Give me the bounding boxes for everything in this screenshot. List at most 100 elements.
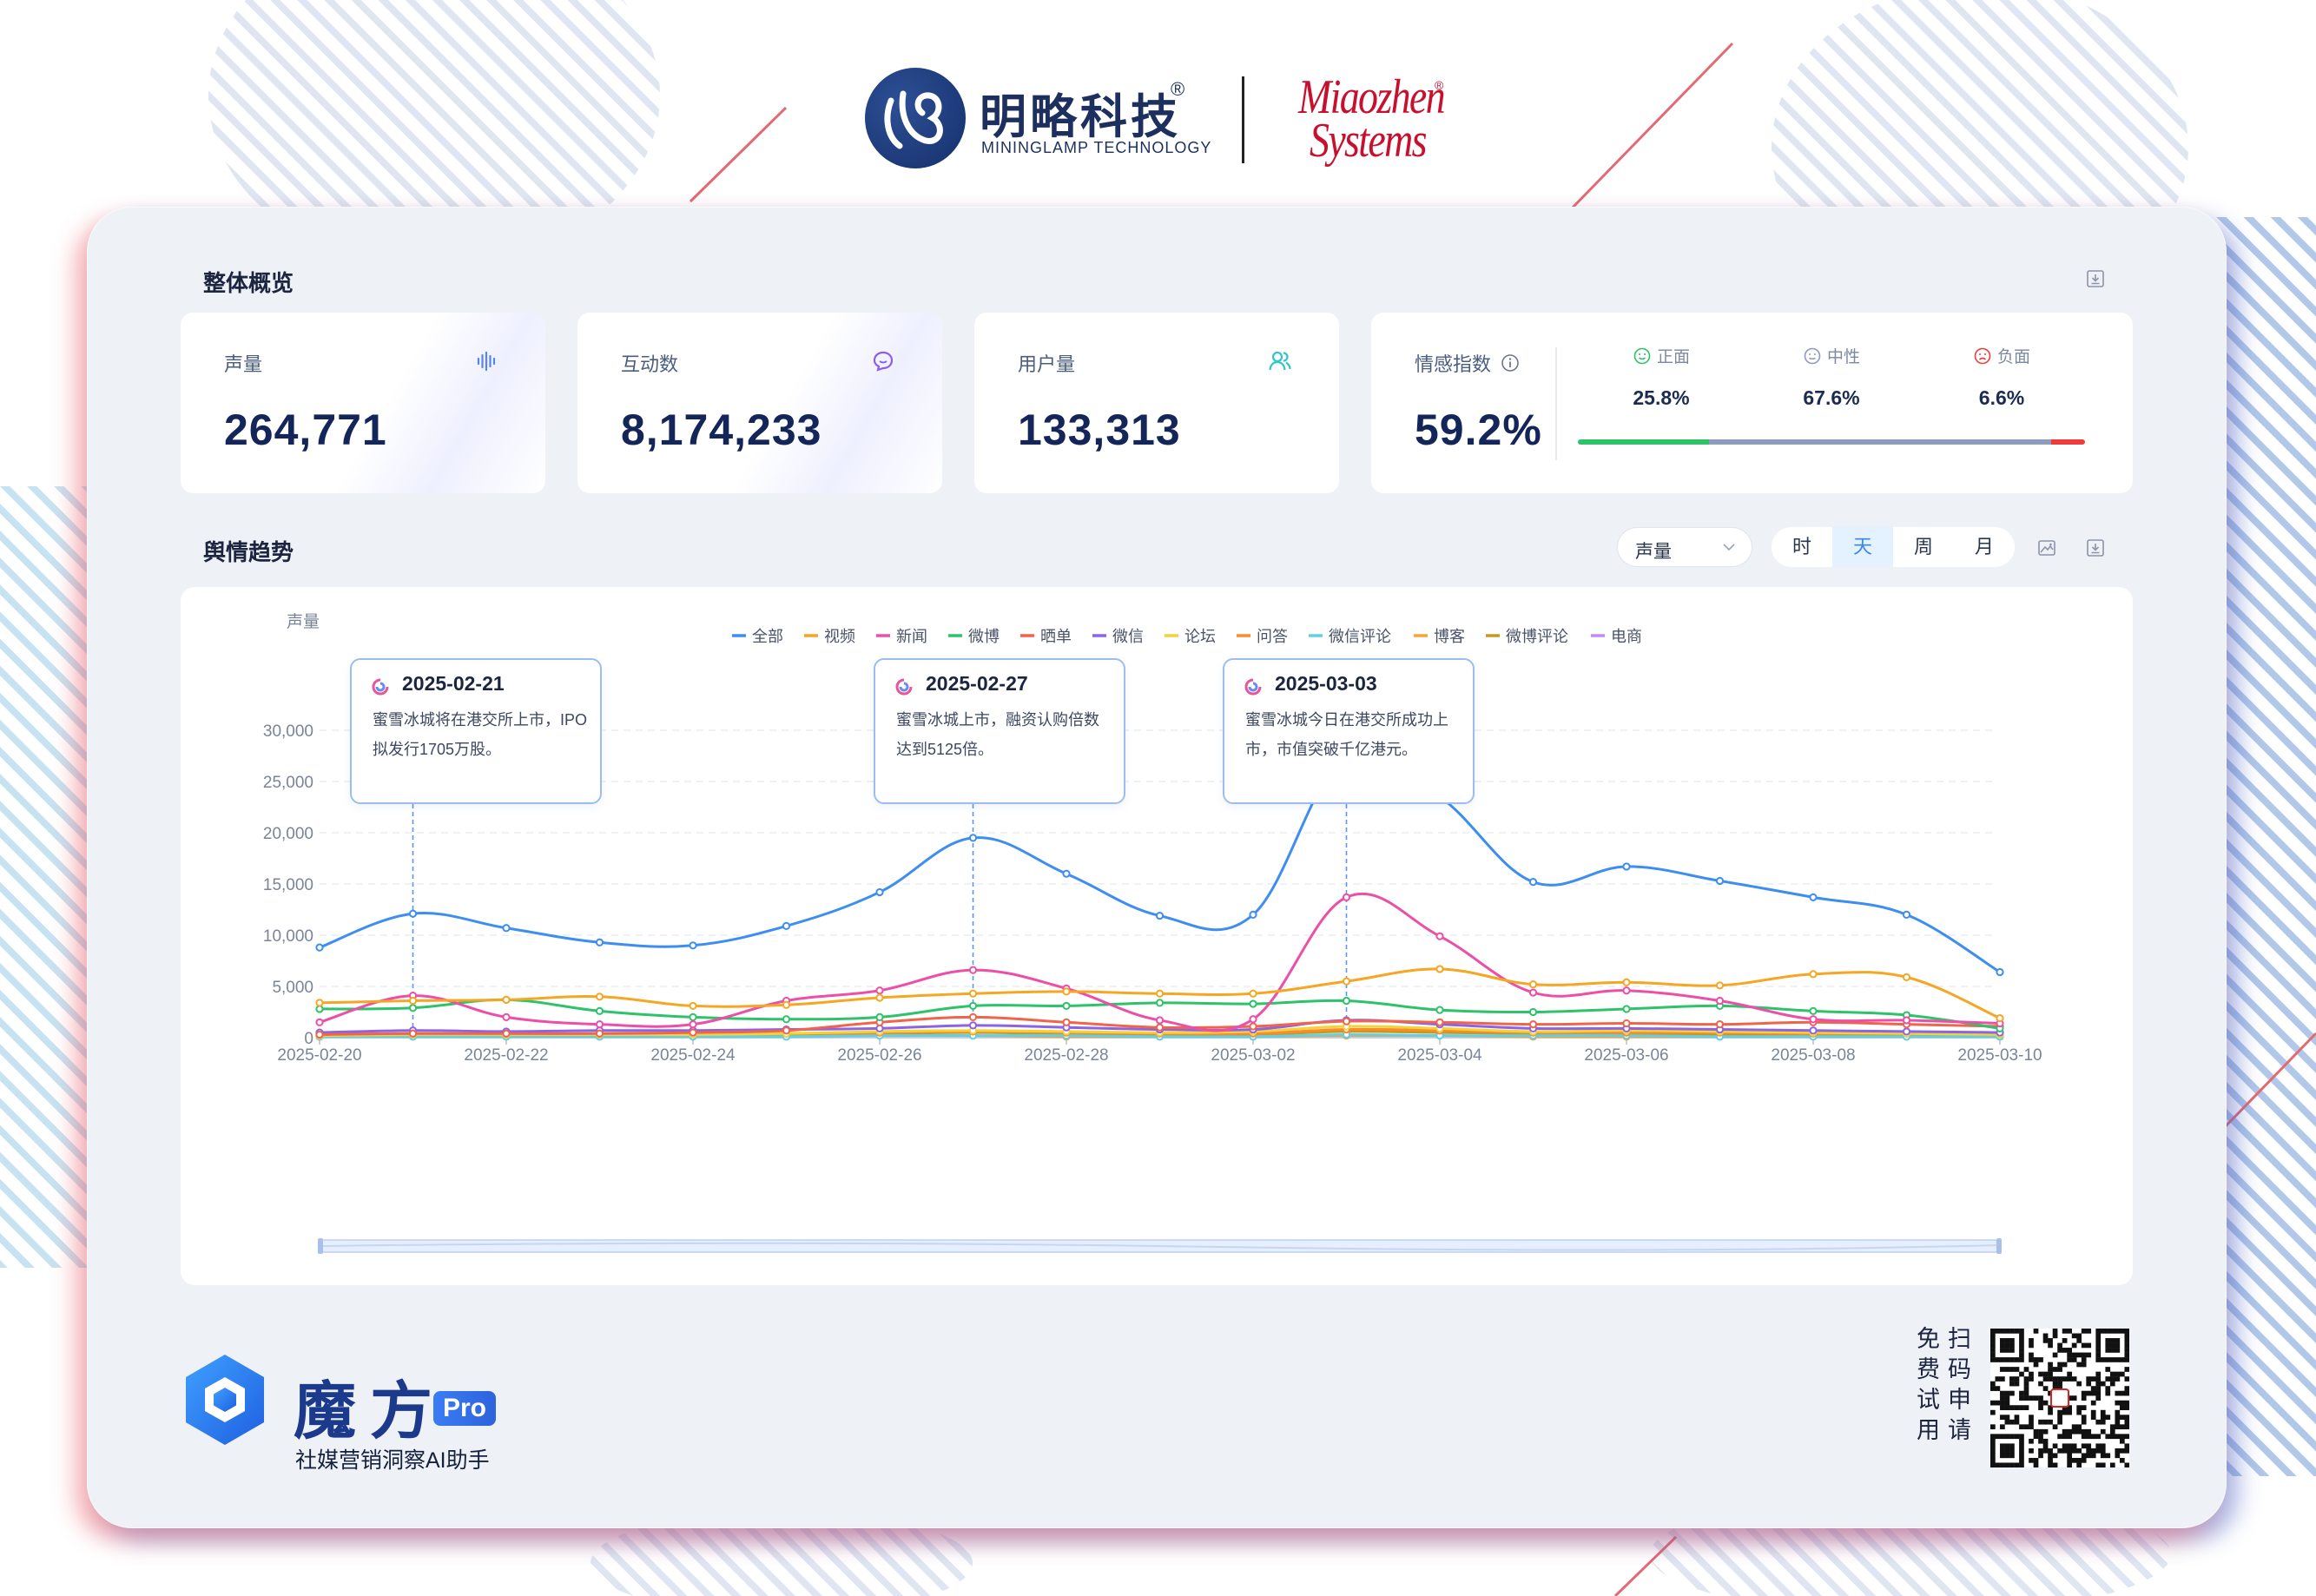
legend-item[interactable]: 微信 [1092, 628, 1144, 645]
data-point [782, 1000, 791, 1009]
data-point [968, 1021, 978, 1030]
data-point [1622, 1005, 1631, 1013]
data-point [1249, 1015, 1257, 1024]
sentiment-bar-negative [2051, 439, 2085, 445]
event-callout-3[interactable]: 2025-03-03 蜜雪冰城今日在港交所成功上市，市值突破千亿港元。 [1223, 658, 1475, 804]
data-point [1715, 1020, 1725, 1029]
legend-item[interactable]: 新闻 [876, 628, 927, 645]
legend-label: 论坛 [1184, 628, 1216, 645]
legend-label: 微博评论 [1506, 628, 1568, 645]
mininglamp-name-en: MININGLAMP TECHNOLOGY [981, 139, 1212, 156]
trend-title: 舆情趋势 [203, 539, 294, 565]
mininglamp-name-cn: 明略科技 [980, 91, 1181, 143]
data-point [1528, 878, 1538, 887]
smile-icon [1633, 347, 1651, 364]
legend-item[interactable]: 问答 [1237, 628, 1288, 645]
qr-code-icon[interactable] [1990, 1329, 2129, 1467]
legend-item[interactable]: 微博 [948, 628, 1000, 645]
sentiment-item-label: 负面 [1996, 348, 2030, 366]
data-point [1622, 978, 1631, 986]
sentiment-item-value: 25.8% [1633, 386, 1690, 409]
data-point [595, 1006, 604, 1015]
legend-item[interactable]: 全部 [732, 628, 783, 645]
legend-item[interactable]: 微博评论 [1486, 628, 1568, 645]
data-point [1435, 1018, 1444, 1026]
data-point [502, 995, 511, 1004]
data-point [1155, 911, 1165, 920]
mininglamp-registered-mark: ® [1171, 78, 1185, 100]
data-point [1996, 1013, 2004, 1023]
x-tick-label: 2025-02-20 [277, 1046, 361, 1065]
legend-item[interactable]: 视频 [804, 628, 855, 645]
data-point [1715, 876, 1725, 886]
data-point [1062, 987, 1071, 996]
trend-download-icon[interactable] [2080, 532, 2111, 564]
event-text: 蜜雪冰城上市，融资认购倍数达到5125倍。 [896, 711, 1099, 758]
miaozhen-registered-mark: ® [1435, 78, 1444, 92]
sentiment-positive: 正面 25.8% [1592, 344, 1731, 410]
data-point [1249, 989, 1257, 998]
tab-day[interactable]: 天 [1832, 527, 1893, 567]
data-point [1435, 965, 1444, 973]
legend-item[interactable]: 论坛 [1165, 628, 1216, 645]
overview-download-icon[interactable] [2080, 263, 2111, 294]
brand-divider [1242, 76, 1244, 163]
data-point [1809, 970, 1818, 979]
tab-week[interactable]: 周 [1893, 527, 1954, 567]
x-tick-label: 2025-03-10 [1957, 1046, 2042, 1065]
miaozhen-logo-line2: Systems [1310, 114, 1428, 168]
data-point [1155, 989, 1165, 998]
sentiment-value: 59.2% [1415, 406, 1542, 454]
data-point [1249, 1022, 1257, 1031]
sentiment-negative: 负面 6.6% [1932, 344, 2071, 410]
legend-item[interactable]: 博客 [1414, 628, 1465, 645]
data-point [1155, 1016, 1165, 1025]
data-point [502, 1012, 511, 1021]
legend-label: 视频 [824, 628, 855, 645]
y-axis-label: 声量 [287, 612, 320, 631]
data-point [689, 1028, 697, 1037]
sentiment-label: 情感指数 [1415, 353, 1492, 375]
legend-label: 电商 [1611, 628, 1642, 645]
data-point [968, 966, 978, 974]
event-brand-icon [372, 678, 389, 696]
data-point [1528, 1007, 1538, 1017]
data-point [595, 1029, 604, 1038]
chart-image-icon[interactable] [2031, 532, 2062, 564]
sentiment-neutral: 中性 67.6% [1762, 344, 1901, 410]
data-point [1715, 981, 1725, 990]
tab-month[interactable]: 月 [1954, 527, 2015, 567]
data-point [1155, 999, 1165, 1007]
y-tick-label: 10,000 [263, 927, 313, 946]
data-point [782, 1015, 791, 1024]
data-point [1622, 1019, 1631, 1028]
sentiment-card: 情感指数 59.2% 正面 25.8% 中性 67.6% 负面 6.6% [1371, 313, 2133, 493]
data-point [689, 941, 697, 950]
event-date: 2025-02-27 [926, 672, 1028, 695]
event-callout-2[interactable]: 2025-02-27 蜜雪冰城上市，融资认购倍数达到5125倍。 [874, 658, 1125, 804]
data-zoom-slider[interactable] [318, 1238, 2002, 1254]
event-callout-1[interactable]: 2025-02-21 蜜雪冰城将在港交所上市，IPO拟发行1705万股。 [350, 658, 602, 804]
kpi-value: 8,174,233 [621, 406, 822, 454]
tab-hour[interactable]: 时 [1772, 527, 1832, 567]
data-point [875, 993, 884, 1002]
legend-item[interactable]: 晒单 [1020, 628, 1072, 645]
x-tick-label: 2025-03-04 [1397, 1046, 1482, 1065]
metric-select[interactable]: 声量 [1617, 527, 1752, 567]
data-point [1622, 862, 1631, 871]
data-point [1809, 893, 1818, 901]
legend-item[interactable]: 电商 [1591, 628, 1642, 645]
data-point [968, 834, 978, 842]
y-tick-label: 30,000 [263, 722, 313, 741]
data-point [1902, 1016, 1911, 1025]
data-point [782, 1026, 791, 1035]
data-point [689, 1012, 697, 1021]
info-icon[interactable] [1500, 353, 1521, 373]
kpi-label: 声量 [224, 353, 263, 375]
data-point [968, 1001, 978, 1011]
kpi-card-users: 用户量 133,313 [974, 313, 1339, 493]
data-point [1155, 1023, 1165, 1032]
sad-face-icon [1974, 347, 1991, 364]
chevron-down-icon [1723, 544, 1735, 551]
legend-item[interactable]: 微信评论 [1309, 628, 1391, 645]
